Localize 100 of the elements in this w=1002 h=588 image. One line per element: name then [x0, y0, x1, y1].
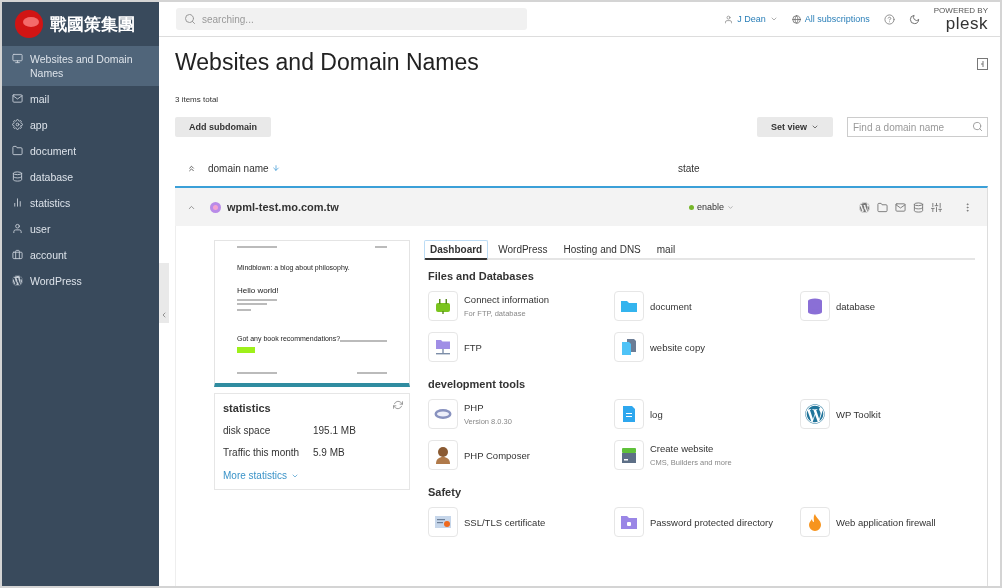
tool-tile-button[interactable] [428, 332, 458, 362]
tool-tile-button[interactable] [614, 291, 644, 321]
statistics-title: statistics [223, 402, 271, 414]
column-header[interactable]: state [678, 162, 700, 174]
tool-tile-button[interactable] [614, 399, 644, 429]
tool-label[interactable]: database [836, 300, 876, 312]
tool-label[interactable]: PHP Composer [464, 449, 530, 461]
sidebar-item[interactable]: document [2, 138, 159, 164]
tool-tile-button[interactable] [800, 507, 830, 537]
post-title: Hello world! [237, 286, 280, 295]
tool-label[interactable]: Web application firewall [836, 516, 936, 528]
wordpress-icon[interactable] [859, 201, 870, 213]
bar-chart-icon [12, 197, 23, 208]
section-title: Files and Databases [428, 270, 535, 282]
user-icon [12, 223, 23, 234]
database-icon [805, 296, 825, 316]
column-header[interactable]: domain name [208, 162, 678, 174]
sidebar-item[interactable]: Websites and Domain Names [2, 46, 159, 86]
folder-icon [12, 145, 23, 156]
caret-icon [811, 123, 819, 131]
sidebar-item[interactable]: statistics [2, 190, 159, 216]
search-icon [972, 121, 983, 132]
network-folder-icon [433, 337, 453, 357]
search-field[interactable]: searching... [176, 8, 527, 30]
monitor-icon [12, 53, 23, 64]
settings-icon [12, 119, 23, 130]
tool-label[interactable]: SSL/TLS certificate [464, 516, 546, 528]
collapse-handle[interactable] [159, 263, 169, 323]
sidebar-item[interactable]: database [2, 164, 159, 190]
more-statistics-link[interactable]: More statistics [223, 470, 401, 481]
stat-value: 5.9 MB [313, 447, 345, 458]
tool-tile-button[interactable] [800, 399, 830, 429]
tool-label[interactable]: Password protected directory [650, 516, 774, 528]
user-menu[interactable]: J Dean [724, 14, 778, 24]
sidebar-item[interactable]: mail [2, 86, 159, 112]
domain-row[interactable]: wpml-test.mo.com.tw enable [175, 186, 988, 226]
database-icon[interactable] [913, 201, 924, 213]
wordpress-icon [12, 275, 23, 286]
subscriptions-link[interactable]: All subscriptions [791, 14, 870, 24]
tool-tile-button[interactable] [428, 291, 458, 321]
domain-name[interactable]: wpml-test.mo.com.tw [227, 201, 339, 213]
tab[interactable]: Hosting and DNS [557, 240, 647, 260]
website-box-icon [619, 445, 639, 465]
folder-icon[interactable] [877, 201, 888, 213]
caret-icon [727, 203, 735, 211]
tab[interactable]: WordPress [492, 240, 554, 260]
sort-arrow-icon [271, 164, 280, 172]
tool-tile-button[interactable] [428, 507, 458, 537]
tool-tile-button[interactable] [614, 507, 644, 537]
plug-icon [433, 296, 453, 316]
tab[interactable]: mail [650, 240, 682, 260]
add-subdomain-button[interactable]: Add subdomain [175, 117, 271, 137]
help-icon[interactable] [883, 13, 895, 25]
user-icon [724, 14, 734, 24]
moon-icon[interactable] [908, 13, 920, 25]
figure-icon [433, 445, 453, 465]
tool-label[interactable]: document [650, 300, 692, 312]
logo-text: 戰國策集團 [50, 12, 135, 36]
tool-label[interactable]: PHP [464, 402, 512, 413]
set-view-button[interactable]: Set view [756, 117, 833, 137]
sidebar-item[interactable]: app [2, 112, 159, 138]
tool-tile-button[interactable] [614, 440, 644, 470]
wordpress-icon [805, 404, 825, 424]
tool-label[interactable]: website copy [650, 341, 705, 353]
stat-label: Traffic this month [223, 447, 301, 458]
tool-label[interactable]: Connect information [464, 294, 550, 305]
find-domain-field[interactable]: Find a domain name [847, 117, 988, 137]
globe-icon [791, 14, 801, 24]
mail-icon[interactable] [895, 201, 906, 213]
stat-label: disk space [223, 425, 272, 436]
sidebar-item[interactable]: user [2, 216, 159, 242]
tool-tile-button[interactable] [614, 332, 644, 362]
tool-label[interactable]: WP Toolkit [836, 408, 881, 420]
collapse-all-icon[interactable] [187, 163, 196, 173]
tool-label[interactable]: Create website [650, 443, 732, 454]
brand-name: plesk [945, 14, 988, 32]
sidebar-item[interactable]: account [2, 242, 159, 268]
brand-tagline: POWERED BY [933, 6, 988, 15]
status-dropdown[interactable]: enable [689, 202, 859, 212]
tab[interactable]: Dashboard [424, 240, 489, 260]
tool-label[interactable]: log [650, 408, 663, 420]
tool-tile-button[interactable] [428, 399, 458, 429]
tool-label[interactable]: FTP [464, 341, 482, 353]
mail-icon [12, 93, 23, 104]
documents-icon [619, 337, 639, 357]
search-icon [184, 13, 196, 25]
database-icon [12, 171, 23, 182]
sliders-icon[interactable] [931, 201, 942, 213]
panel-toggle-icon[interactable] [977, 58, 988, 70]
sidebar-item[interactable]: WordPress [2, 268, 159, 294]
caret-icon [769, 15, 778, 23]
tool-tile-button[interactable] [428, 440, 458, 470]
tool-tile-button[interactable] [800, 291, 830, 321]
logo-icon [14, 9, 44, 39]
page-title: Websites and Domain Names [175, 49, 479, 76]
site-icon [210, 201, 221, 213]
refresh-icon[interactable] [393, 400, 403, 410]
section-title: Safety [428, 486, 463, 498]
briefcase-icon [12, 249, 23, 260]
stat-value: 195.1 MB [313, 425, 356, 436]
